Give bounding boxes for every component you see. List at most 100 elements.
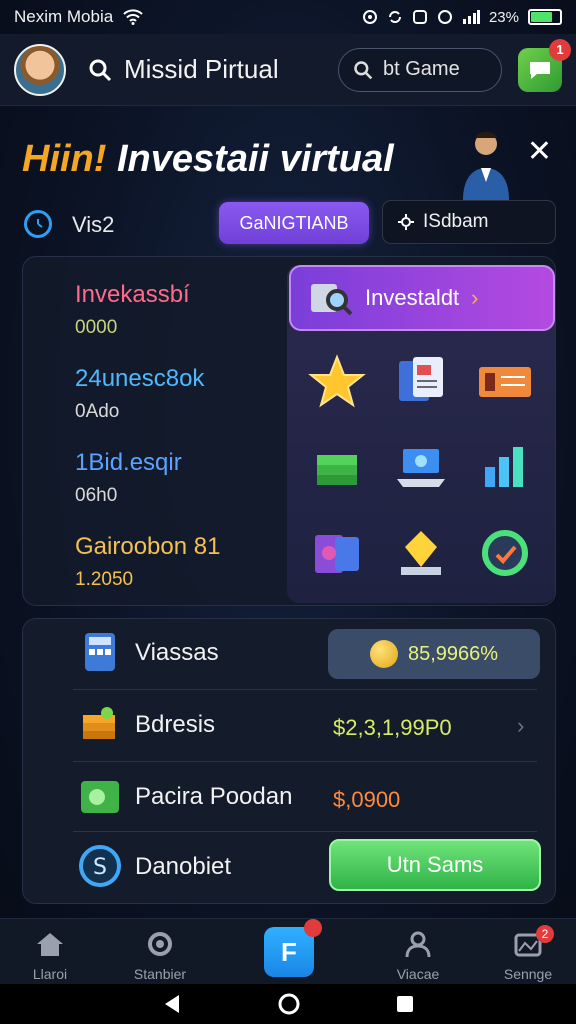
list-item-label: Viassas xyxy=(135,639,219,666)
user-icon xyxy=(405,931,431,958)
search-input[interactable]: bt Game xyxy=(338,47,502,92)
battery-icon xyxy=(528,9,562,25)
divider xyxy=(73,831,537,832)
chat-icon xyxy=(530,61,550,79)
list-item[interactable]: Viassas 85,9966% xyxy=(23,619,557,691)
bottom-nav: Llaroi Stanbier F Viacae Sennge 2 xyxy=(0,918,576,984)
refresh-target-icon[interactable] xyxy=(475,523,535,583)
nav-item-home[interactable]: Llaroi xyxy=(10,929,90,982)
top-bar: Missid Pirtual bt Game 1 xyxy=(0,34,576,106)
hero-title-accent: Hiin! xyxy=(22,138,107,180)
nav-label: Viacae xyxy=(396,966,440,982)
summary-list: Viassas 85,9966% Bdresis $2,3,1,99P0 › P… xyxy=(22,618,556,904)
list-item[interactable]: Pacira Poodan $,0900 xyxy=(23,763,557,835)
stat-value: 0000 xyxy=(75,317,118,338)
nav-label: Stanbier xyxy=(133,966,187,982)
stat-value: 0Ado xyxy=(75,401,120,422)
bar-chart-icon[interactable] xyxy=(475,437,535,497)
wifi-icon xyxy=(123,9,143,25)
alarm-icon xyxy=(437,10,452,24)
documents-icon[interactable] xyxy=(391,351,451,411)
list-item-value: $2,3,1,99P0 xyxy=(333,715,452,740)
coin-icon xyxy=(369,640,398,668)
action-button[interactable]: Utn Sams xyxy=(329,839,541,891)
nav-item-stats[interactable]: Stanbier xyxy=(120,929,200,982)
hero-title: Hiin! Investaii virtual xyxy=(22,138,394,181)
search-placeholder: bt Game xyxy=(383,58,460,80)
tab-secondary-label: ISdbam xyxy=(423,211,489,232)
star-icon[interactable] xyxy=(307,351,367,411)
list-item-label: Pacira Poodan xyxy=(135,783,293,810)
app-title-area: Missid Pirtual xyxy=(88,54,279,85)
stat-item[interactable]: 24unesc8ok 0Ado xyxy=(75,365,204,423)
avatar[interactable] xyxy=(14,43,66,96)
status-bar: Nexim Mobia 23% xyxy=(0,0,576,34)
gear-icon xyxy=(148,932,172,956)
list-item[interactable]: Bdresis $2,3,1,99P0 › xyxy=(23,691,557,763)
magnifier-icon xyxy=(311,284,353,316)
laptop-icon[interactable] xyxy=(391,437,451,497)
carrier-label: Nexim Mobia xyxy=(14,7,114,26)
stat-value: 1.2050 xyxy=(75,569,134,590)
tabs-row: Vis2 GaNIGTIANB ISdbam xyxy=(0,200,576,246)
divider xyxy=(73,689,537,690)
nav-center-label: F xyxy=(281,936,297,967)
divider xyxy=(73,761,537,762)
nfc-icon xyxy=(412,10,427,24)
chevron-right-icon: › xyxy=(471,285,479,310)
investment-grid: Investaldt › xyxy=(287,265,555,603)
stat-item[interactable]: 1Bid.esqir 06h0 xyxy=(75,449,182,507)
list-item-value: $,0900 xyxy=(333,787,401,812)
close-icon[interactable]: ✕ xyxy=(527,134,552,169)
stat-item[interactable]: Invekassbí 0000 xyxy=(75,281,190,339)
dollar-coin-icon: S xyxy=(79,845,121,887)
list-item[interactable]: S Danobiet Utn Sams xyxy=(23,833,557,905)
stats-panel: Invekassbí 0000 24unesc8ok 0Ado 1Bid.esq… xyxy=(22,256,556,606)
list-item-value: 85,9966% xyxy=(407,642,499,665)
search-icon[interactable] xyxy=(88,58,112,82)
stat-item[interactable]: Gairoobon 81 1.2050 xyxy=(75,533,220,591)
system-nav xyxy=(0,984,576,1024)
tab-primary[interactable]: GaNIGTIANB xyxy=(219,202,369,244)
visits-label: Vis2 xyxy=(72,212,115,237)
value-pill[interactable]: 85,9966% xyxy=(328,629,540,679)
hero-banner: Hiin! Investaii virtual ✕ xyxy=(0,120,576,200)
notification-badge: 1 xyxy=(549,38,571,61)
chevron-right-icon[interactable]: › xyxy=(517,713,524,739)
signal-icon xyxy=(462,10,480,24)
nav-item-profile[interactable]: Viacae xyxy=(378,929,458,982)
stat-name: Gairoobon 81 xyxy=(75,533,221,560)
invest-button[interactable]: Investaldt › xyxy=(289,265,555,331)
nav-item-settings[interactable]: Sennge xyxy=(488,929,568,982)
clock-icon xyxy=(24,210,52,238)
battery-percent: 23% xyxy=(488,8,519,26)
gem-icon[interactable] xyxy=(391,523,451,583)
cash-stack-icon[interactable] xyxy=(307,437,367,497)
back-icon[interactable] xyxy=(161,993,183,1015)
money-icon xyxy=(81,781,119,813)
center-badge xyxy=(304,919,322,937)
invest-button-label: Investaldt xyxy=(365,285,460,310)
home-circle-icon[interactable] xyxy=(277,992,301,1016)
presenter-illustration xyxy=(463,132,509,200)
hero-title-rest: Investaii virtual xyxy=(106,138,394,180)
app-title: Missid Pirtual xyxy=(124,54,279,84)
gear-icon xyxy=(398,214,414,230)
settings-badge: 2 xyxy=(536,925,554,943)
home-icon xyxy=(37,933,63,956)
calculator-icon xyxy=(85,633,115,671)
certificate-icon[interactable] xyxy=(475,351,535,411)
nav-label: Llaroi xyxy=(32,966,68,982)
location-icon xyxy=(362,10,377,24)
chat-button[interactable]: 1 xyxy=(518,38,571,92)
stat-name: 24unesc8ok xyxy=(75,365,205,392)
sync-icon xyxy=(388,11,401,23)
recents-icon[interactable] xyxy=(395,994,415,1014)
search-icon xyxy=(354,60,373,79)
nav-label: Sennge xyxy=(503,966,553,982)
stat-name: 1Bid.esqir xyxy=(75,449,182,476)
svg-text:S: S xyxy=(93,855,107,880)
tab-secondary[interactable]: ISdbam xyxy=(382,200,556,244)
book-icon[interactable] xyxy=(307,523,367,583)
stat-value: 06h0 xyxy=(75,485,118,506)
